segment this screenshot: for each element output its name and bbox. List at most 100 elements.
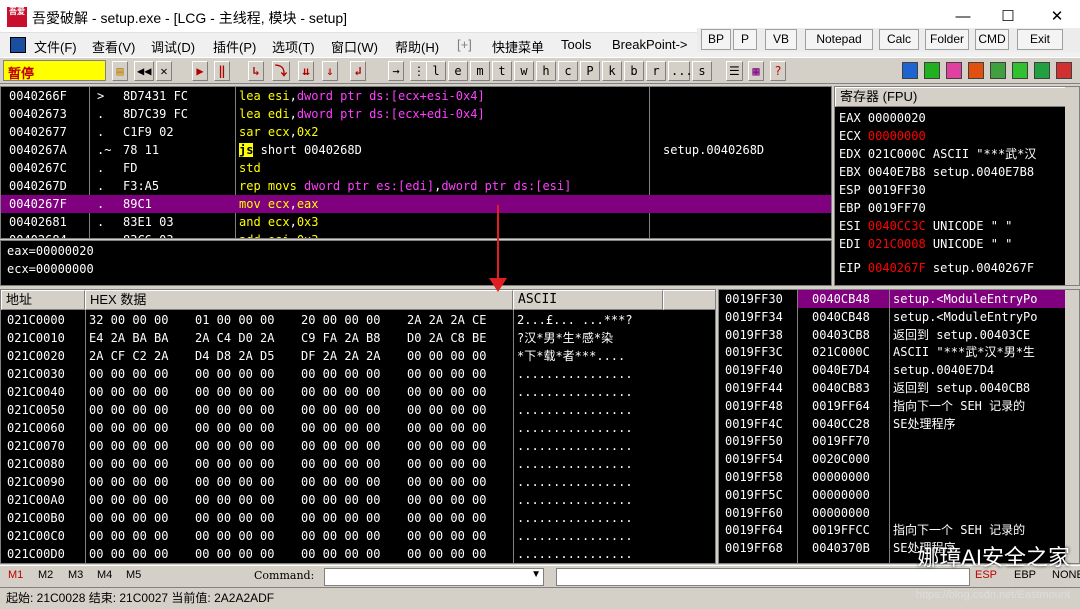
plugin-a-icon[interactable]: [946, 62, 962, 79]
disasm-row[interactable]: 0040267C. FD std: [1, 159, 831, 177]
dump-tab-m1[interactable]: M1: [8, 569, 23, 581]
trace-into-icon[interactable]: ⇊: [298, 61, 314, 81]
dump-row[interactable]: 021C0030 00 00 00 00 00 00 00 00 00 00 00 0…: [1, 365, 715, 383]
stack-row[interactable]: 0019FF60 00000000: [719, 504, 1067, 522]
stack-row[interactable]: 0019FF64 0019FFCC 指向下一个 SEH 记录的: [719, 521, 1067, 539]
windows-icon[interactable]: ▦: [748, 61, 764, 81]
toolbar-references-button[interactable]: r: [646, 61, 666, 81]
register-row[interactable]: ECX 00000000: [839, 127, 1069, 145]
toolbar-runtrace-button[interactable]: ...: [668, 61, 693, 81]
stack-row[interactable]: 0019FF54 0020C000: [719, 450, 1067, 468]
dump-row[interactable]: 021C0020 2A CF C2 2A D4 D8 2A D5 DF 2A 2A 2…: [1, 347, 715, 365]
plugin-p-button[interactable]: P: [733, 29, 757, 50]
toolbar-callstack-button[interactable]: k: [602, 61, 622, 81]
dump-row[interactable]: 021C0010 E4 2A BA BA 2A C4 D0 2A C9 FA 2A B…: [1, 329, 715, 347]
dump-row[interactable]: 021C0070 00 00 00 00 00 00 00 00 00 00 00 0…: [1, 437, 715, 455]
execute-till-return-icon[interactable]: ↲: [350, 61, 366, 81]
dump-row[interactable]: 021C00B0 00 00 00 00 00 00 00 00 00 00 00 0…: [1, 509, 715, 527]
stack-row[interactable]: 0019FF48 0019FF64 指向下一个 SEH 记录的: [719, 397, 1067, 415]
dump-row[interactable]: 021C0040 00 00 00 00 00 00 00 00 00 00 00 0…: [1, 383, 715, 401]
plugin-exit-button[interactable]: Exit: [1017, 29, 1063, 50]
stack-row[interactable]: 0019FF3C 021C000C ASCII "***武*汉*男*生: [719, 343, 1067, 361]
dump-tab-m2[interactable]: M2: [38, 569, 53, 581]
menu-file[interactable]: 文件(F): [34, 37, 77, 56]
stack-row[interactable]: 0019FF38 00403CB8 返回到 setup.00403CE: [719, 326, 1067, 344]
plugin-cmd-button[interactable]: CMD: [975, 29, 1009, 50]
toolbar-log-button[interactable]: l: [426, 61, 446, 81]
toolbar-threads-button[interactable]: t: [492, 61, 512, 81]
disasm-row[interactable]: 00402677. C1F9 02 sar ecx,0x2: [1, 123, 831, 141]
stack-row[interactable]: 0019FF40 0040E7D4 setup.0040E7D4: [719, 361, 1067, 379]
toolbar-exe-button[interactable]: e: [448, 61, 468, 81]
menu-plugins[interactable]: 插件(P): [213, 37, 256, 56]
dump-row[interactable]: 021C00D0 00 00 00 00 00 00 00 00 00 00 00 0…: [1, 545, 715, 563]
plugin-square-icon[interactable]: [1034, 62, 1050, 79]
menu-help[interactable]: 帮助(H): [395, 37, 439, 56]
help-icon[interactable]: ?: [770, 61, 786, 81]
plugin-calc-button[interactable]: Calc: [879, 29, 919, 50]
pause-icon[interactable]: ‖: [214, 61, 230, 81]
chevron-down-icon[interactable]: ▼: [531, 569, 541, 580]
close-process-icon[interactable]: ✕: [156, 61, 172, 81]
dump-row[interactable]: 021C00C0 00 00 00 00 00 00 00 00 00 00 00 0…: [1, 527, 715, 545]
dump-row[interactable]: 021C0080 00 00 00 00 00 00 00 00 00 00 00 0…: [1, 455, 715, 473]
stack-row[interactable]: 0019FF50 0019FF70: [719, 432, 1067, 450]
stack-pane[interactable]: 0019FF30 0040CB48 setup.<ModuleEntryPo 0019…: [718, 289, 1080, 564]
menu-options[interactable]: 选项(T): [272, 37, 315, 56]
register-row[interactable]: EBP 0019FF70: [839, 199, 1069, 217]
menu-shortcut[interactable]: 快捷菜单: [492, 37, 544, 56]
plugin-bp-button[interactable]: BP: [701, 29, 731, 50]
stack-row[interactable]: 0019FF5C 00000000: [719, 486, 1067, 504]
plugin-grid-icon[interactable]: [1012, 62, 1028, 79]
registers-scrollbar[interactable]: [1065, 87, 1079, 285]
open-file-icon[interactable]: ▤: [112, 61, 128, 81]
run-icon[interactable]: ▶: [192, 61, 208, 81]
plugin-flower-icon[interactable]: [990, 62, 1006, 79]
dump-row[interactable]: 021C0050 00 00 00 00 00 00 00 00 00 00 00 0…: [1, 401, 715, 419]
toolbar-breakpoints-button[interactable]: b: [624, 61, 644, 81]
toolbar-cpu-button[interactable]: c: [558, 61, 578, 81]
step-into-icon[interactable]: ↳: [248, 61, 264, 81]
maximize-button[interactable]: ☐: [985, 4, 1031, 30]
minimize-button[interactable]: —: [940, 4, 986, 30]
stack-row[interactable]: 0019FF58 00000000: [719, 468, 1067, 486]
menu-plus[interactable]: [+]: [457, 37, 472, 52]
dump-row[interactable]: 021C0090 00 00 00 00 00 00 00 00 00 00 00 0…: [1, 473, 715, 491]
menu-view[interactable]: 查看(V): [92, 37, 135, 56]
stack-row[interactable]: 0019FF4C 0040CC28 SE处理程序: [719, 415, 1067, 433]
register-row[interactable]: EDI 021C0008 UNICODE " ": [839, 235, 1069, 253]
dump-tab-m5[interactable]: M5: [126, 569, 141, 581]
close-button[interactable]: ✕: [1034, 4, 1080, 30]
dump-row[interactable]: 021C0060 00 00 00 00 00 00 00 00 00 00 00 0…: [1, 419, 715, 437]
stack-scrollbar[interactable]: [1065, 290, 1079, 563]
register-row[interactable]: ESI 0040CC3C UNICODE " ": [839, 217, 1069, 235]
disasm-row[interactable]: 00402684. 83C6 03 add esi,0x3: [1, 231, 831, 238]
plugin-folder-button[interactable]: Folder: [925, 29, 969, 50]
register-row[interactable]: EBX 0040E7B8 setup.0040E7B8: [839, 163, 1069, 181]
hex-dump-pane[interactable]: 地址 HEX 数据 ASCII 021C0000 32 00 00 00 01 00…: [0, 289, 716, 564]
plugin-green-icon[interactable]: [924, 62, 940, 79]
dump-tab-m4[interactable]: M4: [97, 569, 112, 581]
command-input[interactable]: ▼: [324, 568, 544, 586]
dump-header-hex[interactable]: HEX 数据: [85, 290, 513, 310]
toolbar-patches-button[interactable]: P: [580, 61, 600, 81]
disasm-row[interactable]: 0040267F. 89C1 mov ecx,eax: [1, 195, 831, 213]
disasm-row[interactable]: 0040267D. F3:A5 rep movs dword ptr es:[edi…: [1, 177, 831, 195]
plugin-vb-button[interactable]: VB: [765, 29, 797, 50]
disassembly-pane[interactable]: 0040266F >8D7431 FC lea esi,dword ptr ds:[…: [0, 86, 832, 239]
toolbar-source-button[interactable]: s: [692, 61, 712, 81]
register-row[interactable]: EAX 00000020: [839, 109, 1069, 127]
dump-row[interactable]: 021C0000 32 00 00 00 01 00 00 00 20 00 00 0…: [1, 311, 715, 329]
menu-window[interactable]: 窗口(W): [331, 37, 378, 56]
plugin-notepad-button[interactable]: Notepad: [805, 29, 873, 50]
dump-row[interactable]: 021C00A0 00 00 00 00 00 00 00 00 00 00 00 0…: [1, 491, 715, 509]
refresh-plugin-icon[interactable]: [902, 62, 918, 79]
menu-debug[interactable]: 调试(D): [151, 37, 195, 56]
toolbar-windows-button[interactable]: w: [514, 61, 534, 81]
disasm-row[interactable]: 00402673. 8D7C39 FC lea edi,dword ptr ds:[…: [1, 105, 831, 123]
plugin-circle-icon[interactable]: [968, 62, 984, 79]
disasm-row[interactable]: 0040267A .~ 78 11 js short 0040268D setup.00…: [1, 141, 831, 159]
list-icon[interactable]: ☰: [726, 61, 743, 81]
register-row[interactable]: ESP 0019FF30: [839, 181, 1069, 199]
menu-tools[interactable]: Tools: [561, 37, 591, 52]
